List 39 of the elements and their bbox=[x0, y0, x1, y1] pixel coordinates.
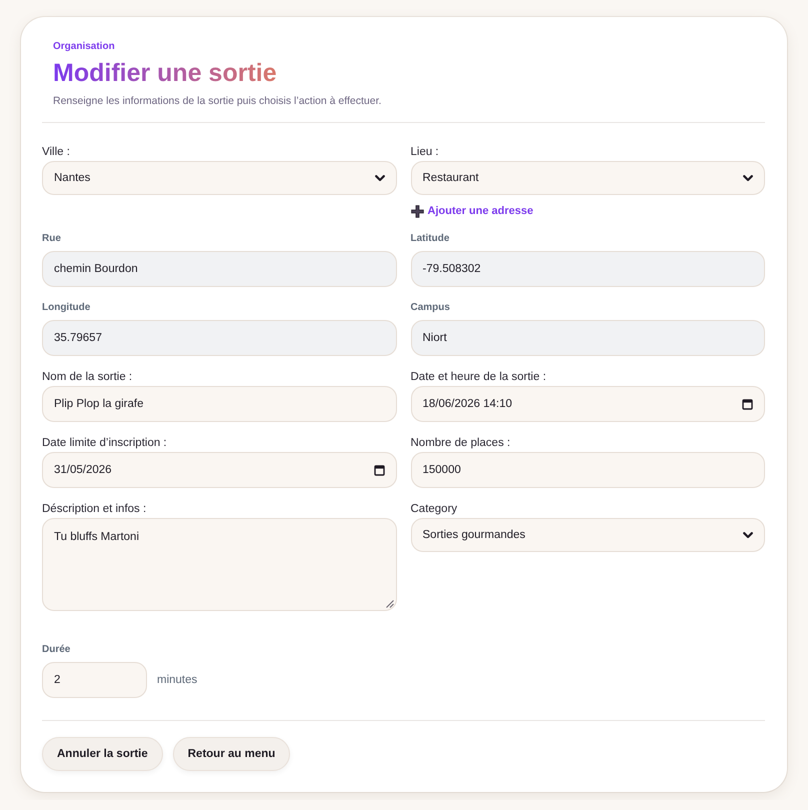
select-field[interactable]: Sorties gourmandes bbox=[410, 518, 765, 552]
readonly-field[interactable]: chemin Bourdon bbox=[42, 251, 396, 287]
chevron-down-icon bbox=[743, 532, 753, 538]
date-field[interactable]: 18/06/2026 14:10 bbox=[410, 386, 765, 422]
resize-handle-icon[interactable] bbox=[386, 600, 394, 608]
add-address-link[interactable]: Ajouter une adresse bbox=[410, 204, 534, 218]
input-field[interactable]: 2 bbox=[42, 662, 147, 698]
field-label: Lieu : bbox=[410, 145, 439, 159]
section-label: Organisation bbox=[53, 40, 115, 53]
calendar-icon bbox=[374, 464, 384, 476]
readonly-field[interactable]: -79.508302 bbox=[410, 251, 765, 287]
field-label: Category bbox=[410, 502, 458, 516]
readonly-field[interactable]: 35.79657 bbox=[42, 320, 396, 356]
field-label: Durée bbox=[42, 643, 70, 656]
readonly-field[interactable]: Niort bbox=[410, 320, 765, 356]
chevron-down-icon bbox=[374, 174, 384, 182]
field-label: Longitude bbox=[42, 301, 90, 314]
field-label: Rue bbox=[42, 232, 61, 245]
textarea-field[interactable]: Tu bluffs Martoni bbox=[42, 518, 396, 611]
input-field[interactable]: Plip Plop la girafe bbox=[42, 386, 396, 422]
field-label: Latitude bbox=[410, 232, 450, 245]
page-subtitle: Renseigne les informations de la sortie puis choisis l’action à effectuer. bbox=[53, 94, 382, 108]
field-label: Ville : bbox=[42, 145, 70, 159]
unit-label: minutes bbox=[157, 674, 198, 686]
select-field[interactable]: Nantes bbox=[42, 161, 396, 195]
chevron-down-icon bbox=[743, 174, 753, 182]
field-label: Date et heure de la sortie : bbox=[410, 370, 546, 384]
field-label: Nombre de places : bbox=[410, 436, 510, 450]
plus-icon bbox=[410, 204, 424, 218]
calendar-icon bbox=[742, 398, 753, 410]
field-label: Déscription et infos : bbox=[42, 502, 146, 516]
select-field[interactable]: Restaurant bbox=[410, 161, 765, 195]
field-label: Nom de la sortie : bbox=[42, 370, 132, 384]
date-field[interactable]: 31/05/2026 bbox=[42, 452, 396, 488]
input-field[interactable]: 150000 bbox=[410, 452, 765, 488]
field-label: Campus bbox=[410, 301, 450, 314]
action-button[interactable]: Retour au menu bbox=[172, 737, 290, 771]
field-label: Date limite d’inscription : bbox=[42, 436, 167, 450]
action-button[interactable]: Annuler la sortie bbox=[42, 737, 163, 771]
